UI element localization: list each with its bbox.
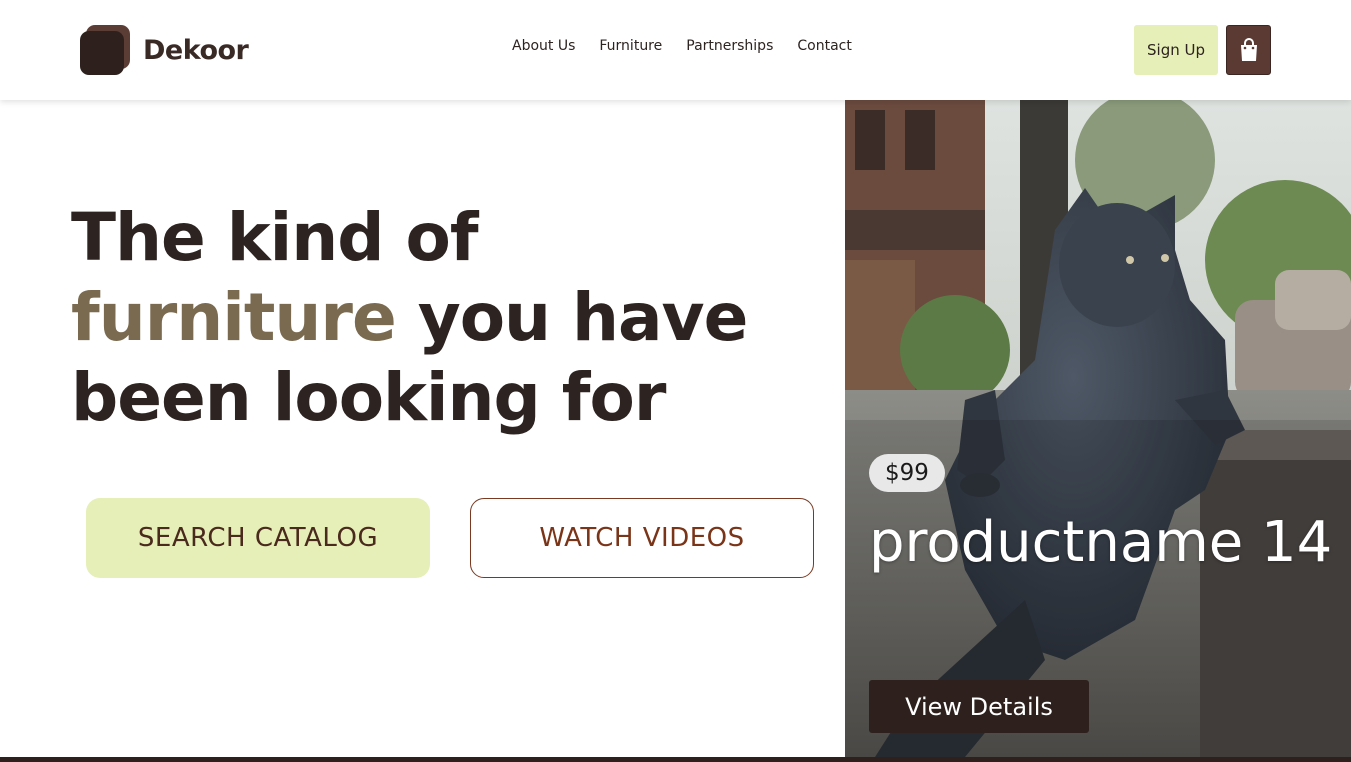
cart-button[interactable] [1226, 25, 1271, 75]
shopping-bag-icon [1240, 38, 1257, 61]
brand-name: Dekoor [143, 34, 249, 66]
sign-up-button[interactable]: Sign Up [1134, 25, 1218, 75]
product-name: productname 14 [869, 510, 1333, 575]
hero-title: The kind of furniture you have been look… [71, 198, 831, 438]
nav-link-about-us[interactable]: About Us [512, 38, 575, 54]
logo-icon [80, 25, 130, 75]
price-badge: $99 [869, 454, 945, 492]
search-catalog-button[interactable]: SEARCH CATALOG [86, 498, 430, 578]
hero-title-line2: you have [395, 279, 749, 356]
hero-title-line1: The kind of [71, 199, 479, 276]
brand-logo[interactable]: Dekoor [80, 25, 249, 75]
main-nav: About Us Furniture Partnerships Contact [512, 38, 852, 54]
bottom-divider [0, 757, 1351, 762]
nav-link-partnerships[interactable]: Partnerships [686, 38, 773, 54]
view-details-button[interactable]: View Details [869, 680, 1089, 733]
nav-link-furniture[interactable]: Furniture [599, 38, 662, 54]
product-image [845, 100, 1351, 757]
hero-title-accent: furniture [71, 279, 397, 356]
hero-title-line3: been looking for [71, 359, 666, 436]
featured-product-card[interactable]: $99 productname 14 View Details [845, 100, 1351, 757]
site-header: Dekoor About Us Furniture Partnerships C… [0, 0, 1351, 100]
watch-videos-button[interactable]: WATCH VIDEOS [470, 498, 814, 578]
nav-link-contact[interactable]: Contact [797, 38, 851, 54]
